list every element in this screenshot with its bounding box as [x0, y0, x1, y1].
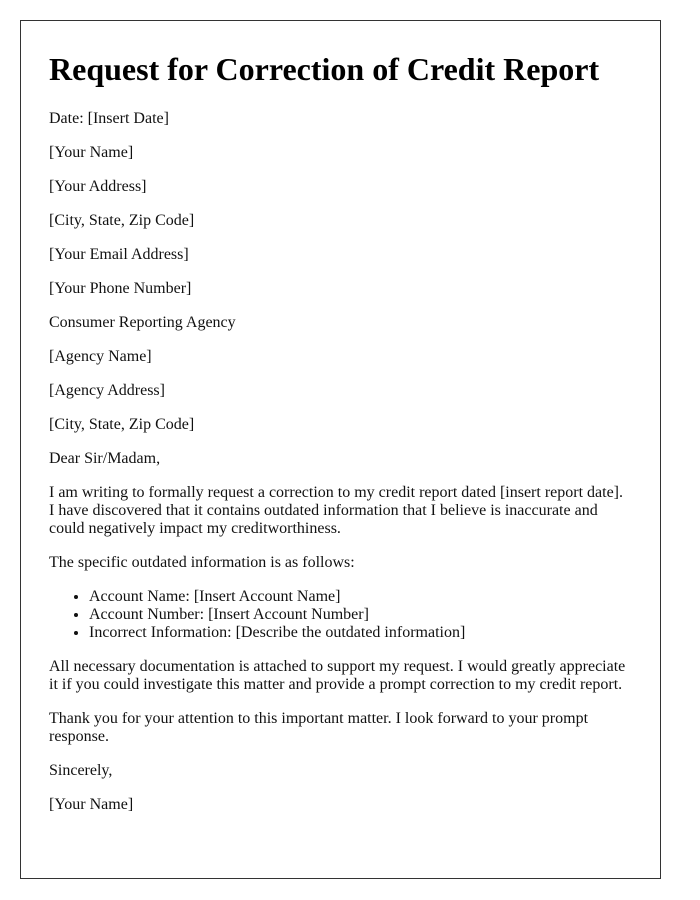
- intro-paragraph: I am writing to formally request a corre…: [49, 484, 624, 537]
- sender-name: [Your Name]: [49, 144, 134, 161]
- recipient-name: [Agency Name]: [49, 348, 152, 365]
- thanks-paragraph: Thank you for your attention to this imp…: [49, 710, 589, 745]
- sender-address: [Your Address]: [49, 178, 147, 195]
- list-item: Account Number: [Insert Account Number]: [89, 606, 632, 624]
- signature: [Your Name]: [49, 796, 134, 813]
- outdated-info-list: Account Name: [Insert Account Name] Acco…: [49, 588, 632, 642]
- list-item: Incorrect Information: [Describe the out…: [89, 624, 632, 642]
- sender-phone: [Your Phone Number]: [49, 280, 192, 297]
- recipient-label: Consumer Reporting Agency: [49, 314, 236, 331]
- letter-title: Request for Correction of Credit Report: [49, 51, 600, 87]
- closing: Sincerely,: [49, 762, 113, 779]
- date-line: Date: [Insert Date]: [49, 110, 169, 127]
- documentation-paragraph: All necessary documentation is attached …: [49, 658, 626, 693]
- recipient-city-state-zip: [City, State, Zip Code]: [49, 416, 195, 433]
- list-item: Account Name: [Insert Account Name]: [89, 588, 632, 606]
- list-intro: The specific outdated information is as …: [49, 554, 355, 571]
- letter-document: Request for Correction of Credit Report …: [20, 20, 661, 879]
- salutation: Dear Sir/Madam,: [49, 450, 161, 467]
- sender-email: [Your Email Address]: [49, 246, 189, 263]
- recipient-address: [Agency Address]: [49, 382, 165, 399]
- sender-city-state-zip: [City, State, Zip Code]: [49, 212, 195, 229]
